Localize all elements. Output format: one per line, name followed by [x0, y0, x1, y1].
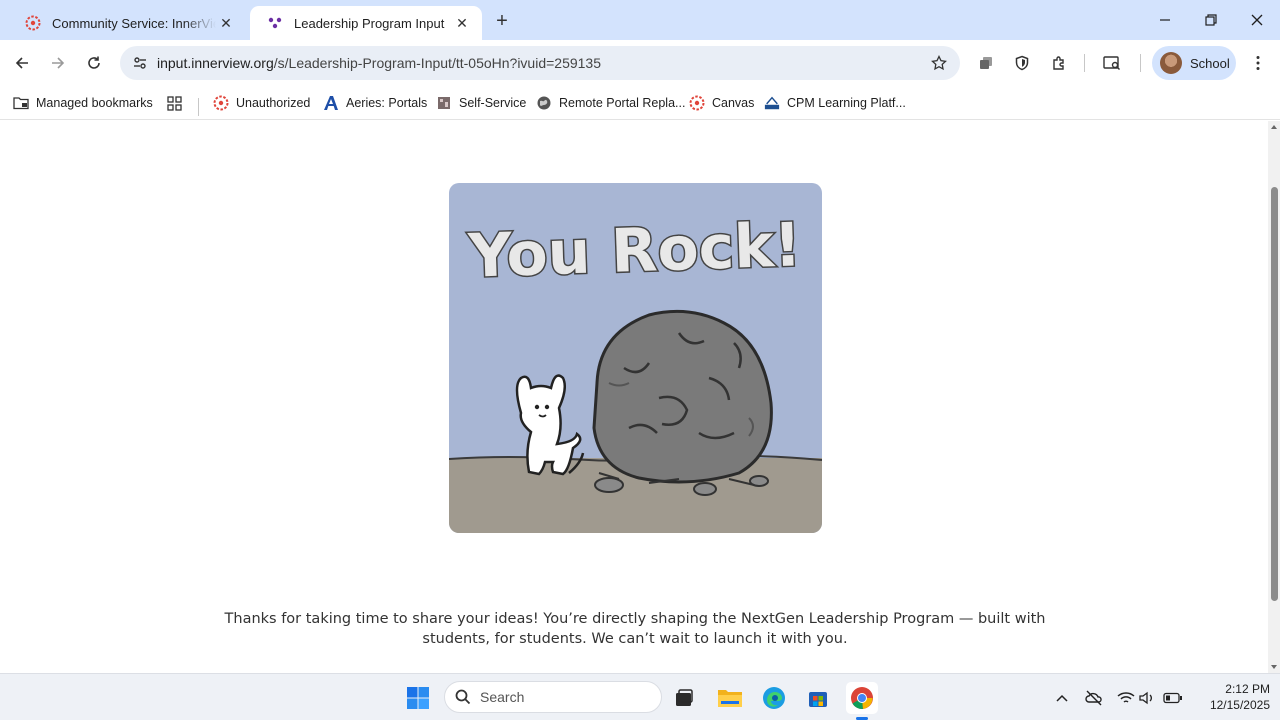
bookmark-star-icon[interactable]: [928, 52, 950, 74]
clock-date: 12/15/2025: [1209, 698, 1270, 712]
more-menu-icon[interactable]: [1242, 47, 1274, 79]
minimize-icon[interactable]: [1142, 0, 1188, 40]
volume-icon[interactable]: [1137, 688, 1157, 708]
extensions-puzzle-icon[interactable]: [1043, 47, 1075, 79]
task-view-icon[interactable]: [668, 682, 700, 714]
clock-time: 2:12 PM: [1225, 682, 1270, 696]
scroll-down-icon[interactable]: [1270, 663, 1278, 671]
message-line-2: students, for students. We can’t wait to…: [422, 631, 848, 647]
bookmarks-bar: Managed bookmarks Unauthorized Aeries: P…: [0, 86, 1280, 120]
apps-grid-icon[interactable]: [167, 92, 182, 114]
bookmarks-divider: [198, 98, 199, 116]
taskbar-search-input[interactable]: Search: [444, 681, 662, 713]
cpm-icon: [764, 95, 780, 111]
url-path: /s/Leadership-Program-Input/tt-05oHn?ivu…: [273, 55, 602, 71]
reload-icon[interactable]: [78, 47, 110, 79]
site-settings-icon[interactable]: [128, 51, 152, 75]
back-arrow-icon[interactable]: [6, 47, 38, 79]
new-tab-icon[interactable]: +: [490, 9, 514, 33]
thank-you-message: Thanks for taking time to share your ide…: [220, 609, 1050, 649]
bookmark-remote-portal[interactable]: Remote Portal Repla...: [536, 92, 685, 114]
message-line-1: Thanks for taking time to share your ide…: [224, 611, 1046, 627]
close-tab-icon[interactable]: ✕: [216, 13, 236, 33]
search-icon: [455, 689, 471, 705]
bookmark-unauthorized[interactable]: Unauthorized: [213, 92, 310, 114]
tab-strip: Community Service: InnerView | Leadershi…: [0, 0, 1280, 40]
microsoft-store-icon[interactable]: [802, 682, 834, 714]
taskbar-clock[interactable]: 2:12 PM 12/15/2025: [1190, 681, 1270, 713]
edge-browser-icon[interactable]: [758, 682, 790, 714]
self-service-icon: [436, 95, 452, 111]
page-content: You Rock! Thanks for taking time to shar…: [0, 121, 1268, 673]
wifi-icon[interactable]: [1116, 688, 1136, 708]
windows-taskbar: Search 2:12 PM 12/15/2025: [0, 673, 1280, 720]
tab-title: Leadership Program Input: [294, 15, 445, 31]
innerview-icon: [266, 14, 284, 32]
toolbar-divider: [1140, 54, 1141, 72]
browser-toolbar: input.innerview.org/s/Leadership-Program…: [0, 40, 1280, 86]
bookmark-cpm-learning[interactable]: CPM Learning Platf...: [764, 92, 906, 114]
tab-leadership-program-input[interactable]: Leadership Program Input ✕: [250, 6, 482, 40]
folder-icon: [13, 95, 29, 111]
scrollbar-thumb[interactable]: [1271, 187, 1278, 601]
url-text: input.innerview.org/s/Leadership-Program…: [157, 55, 601, 71]
search-placeholder: Search: [480, 689, 525, 705]
close-window-icon[interactable]: [1234, 0, 1280, 40]
restore-icon[interactable]: [1188, 0, 1234, 40]
address-bar[interactable]: input.innerview.org/s/Leadership-Program…: [120, 46, 960, 80]
show-hidden-icons-chevron-icon[interactable]: [1052, 688, 1072, 708]
forward-arrow-icon[interactable]: [42, 47, 74, 79]
image-title-text: You Rock!: [466, 210, 802, 292]
shield-icon[interactable]: [1006, 47, 1038, 79]
windows-start-icon[interactable]: [402, 682, 434, 714]
cloud-offline-icon[interactable]: [1084, 688, 1104, 708]
aeries-icon: [323, 95, 339, 111]
bookmark-canvas[interactable]: Canvas: [689, 92, 754, 114]
avatar: [1160, 52, 1182, 74]
toolbar-divider: [1084, 54, 1085, 72]
page-scrollbar[interactable]: [1268, 121, 1280, 673]
profile-button[interactable]: School: [1152, 46, 1236, 80]
profile-label: School: [1190, 55, 1230, 71]
canvas-icon: [24, 14, 42, 32]
extension-copies-icon[interactable]: [970, 47, 1002, 79]
battery-icon[interactable]: [1163, 688, 1183, 708]
tab-community-service[interactable]: Community Service: InnerView | Leadershi…: [8, 6, 246, 40]
tab-title: Community Service: InnerView | Leadershi…: [52, 15, 216, 31]
url-domain: input.innerview.org: [157, 55, 274, 71]
chrome-browser-icon[interactable]: [846, 682, 878, 714]
globe-icon: [536, 95, 552, 111]
close-tab-icon[interactable]: ✕: [452, 13, 472, 33]
bookmark-self-service[interactable]: Self-Service: [436, 92, 526, 114]
you-rock-image: You Rock!: [449, 183, 822, 533]
canvas-icon: [689, 95, 705, 111]
canvas-icon: [213, 95, 229, 111]
bookmark-managed-bookmarks[interactable]: Managed bookmarks: [13, 92, 153, 114]
bookmark-aeries-portals[interactable]: Aeries: Portals: [323, 92, 427, 114]
scroll-up-icon[interactable]: [1270, 123, 1278, 131]
tab-search-icon[interactable]: [1096, 47, 1128, 79]
file-explorer-icon[interactable]: [714, 682, 746, 714]
